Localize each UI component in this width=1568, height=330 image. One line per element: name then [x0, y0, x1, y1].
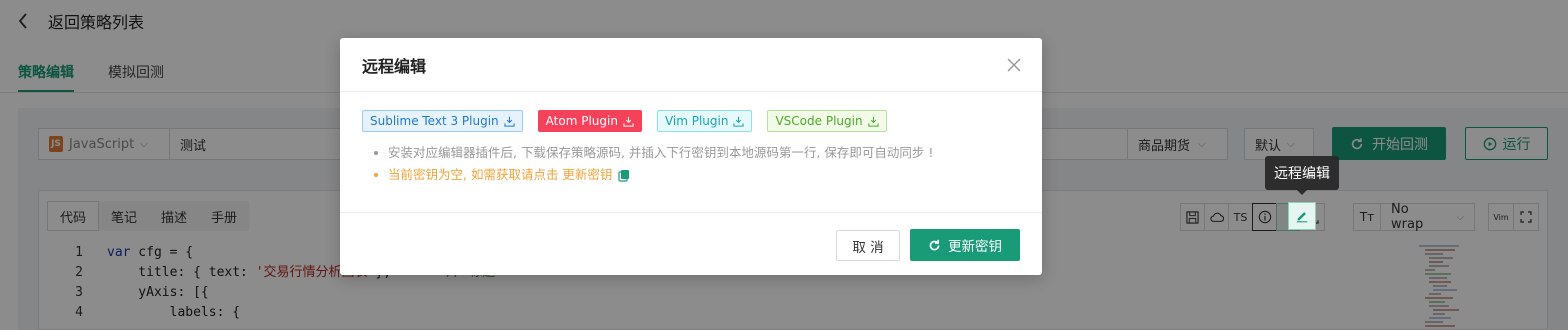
remote-edit-pencil-icon[interactable]	[1288, 202, 1316, 230]
key-status-text[interactable]: 当前密钥为空, 如需获取请点击 更新密钥	[388, 164, 612, 186]
copy-icon[interactable]	[618, 169, 630, 182]
key-status-message: 当前密钥为空, 如需获取请点击 更新密钥	[373, 164, 933, 186]
dialog-title: 远程编辑	[362, 56, 427, 76]
plugin-label: Atom Plugin	[545, 114, 618, 128]
sublime-plugin-download[interactable]: Sublime Text 3 Plugin	[362, 110, 523, 132]
plugin-label: VSCode Plugin	[775, 114, 863, 128]
refresh-icon	[929, 239, 940, 250]
remote-edit-tooltip: 远程编辑	[1265, 156, 1339, 195]
download-icon	[867, 116, 879, 127]
download-icon	[504, 116, 515, 127]
remote-edit-dialog: 远程编辑 Sublime Text 3 Plugin Atom Plugin V…	[340, 38, 1042, 275]
instructions-list: 安装对应编辑器插件后, 下载保存策略源码, 并插入下行密钥到本地源码第一行, 保…	[373, 142, 933, 186]
cancel-button[interactable]: 取 消	[836, 230, 900, 261]
plugin-label: Sublime Text 3 Plugin	[370, 114, 499, 128]
vim-plugin-download[interactable]: Vim Plugin	[656, 110, 753, 132]
download-icon	[733, 116, 745, 127]
vscode-plugin-download[interactable]: VSCode Plugin	[767, 110, 887, 132]
dialog-header: 远程编辑	[340, 38, 1042, 92]
plugin-download-list: Sublime Text 3 Plugin Atom Plugin Vim Pl…	[362, 110, 887, 132]
plugin-label: Vim Plugin	[664, 114, 729, 128]
download-icon	[623, 116, 634, 127]
install-instruction: 安装对应编辑器插件后, 下载保存策略源码, 并插入下行密钥到本地源码第一行, 保…	[373, 142, 933, 164]
atom-plugin-download[interactable]: Atom Plugin	[537, 110, 642, 132]
renew-key-button[interactable]: 更新密钥	[910, 229, 1020, 261]
dialog-footer: 取 消 更新密钥	[340, 212, 1042, 275]
close-icon[interactable]	[1006, 57, 1022, 73]
renew-key-label: 更新密钥	[948, 239, 1002, 255]
